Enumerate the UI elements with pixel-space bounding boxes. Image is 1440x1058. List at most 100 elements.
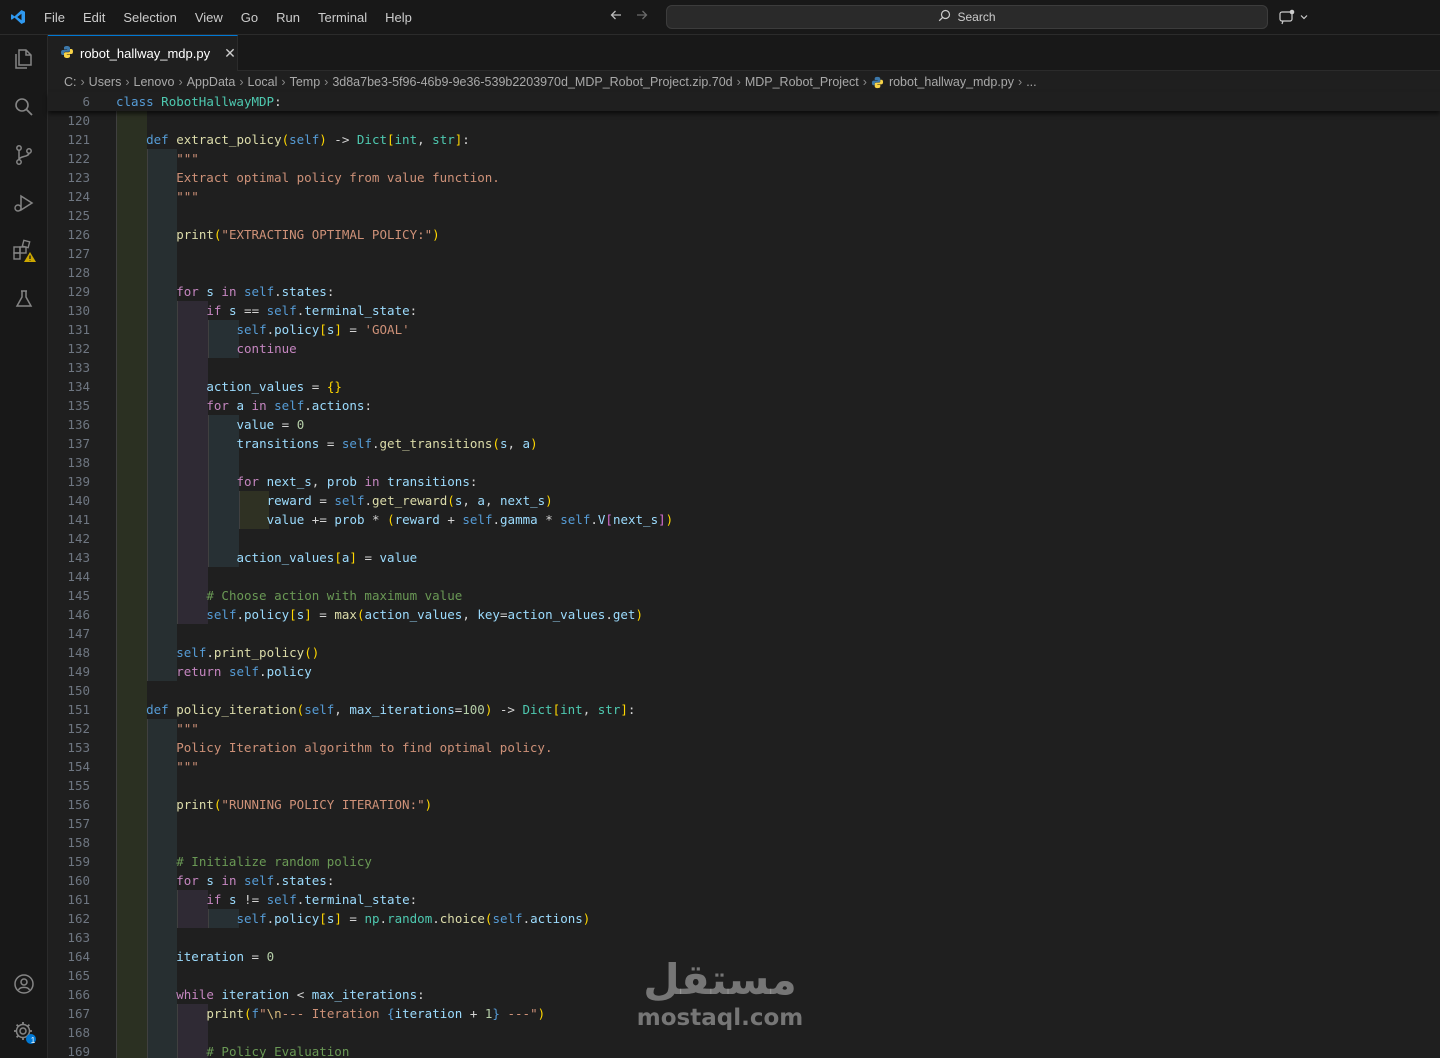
- settings-icon[interactable]: 1: [0, 1008, 48, 1056]
- close-icon[interactable]: ✕: [224, 45, 236, 62]
- code-line[interactable]: 136 value = 0: [48, 415, 1440, 434]
- code-line[interactable]: 152 """: [48, 719, 1440, 738]
- breadcrumb-item[interactable]: Temp: [290, 75, 321, 89]
- indent-guide: [116, 681, 147, 700]
- indent-guide-line: [116, 776, 117, 795]
- code-line[interactable]: 139 for next_s, prob in transitions:: [48, 472, 1440, 491]
- indent-guide-line: [146, 624, 148, 643]
- extensions-icon[interactable]: [0, 227, 48, 275]
- menu-view[interactable]: View: [186, 0, 232, 35]
- indent-guide: [116, 776, 147, 795]
- code-line[interactable]: 155: [48, 776, 1440, 795]
- indent-guide: [116, 567, 147, 586]
- code-line[interactable]: 121 def extract_policy(self) -> Dict[int…: [48, 130, 1440, 149]
- breadcrumb-item[interactable]: MDP_Robot_Project: [745, 75, 859, 89]
- menu-go[interactable]: Go: [232, 0, 267, 35]
- code-line[interactable]: 127: [48, 244, 1440, 263]
- code-line[interactable]: 142: [48, 529, 1440, 548]
- indent-guide: [116, 814, 147, 833]
- code-line[interactable]: 131 self.policy[s] = 'GOAL': [48, 320, 1440, 339]
- code-line[interactable]: 145 # Choose action with maximum value: [48, 586, 1440, 605]
- code-line[interactable]: 125: [48, 206, 1440, 225]
- code-line[interactable]: 146 self.policy[s] = max(action_values, …: [48, 605, 1440, 624]
- code-line[interactable]: 137 transitions = self.get_transitions(s…: [48, 434, 1440, 453]
- code-line[interactable]: 150: [48, 681, 1440, 700]
- sticky-scroll-header[interactable]: 6 class RobotHallwayMDP:: [48, 92, 1440, 111]
- activity-bar: 1: [0, 35, 48, 1058]
- code-line[interactable]: 123 Extract optimal policy from value fu…: [48, 168, 1440, 187]
- code-line[interactable]: 159 # Initialize random policy: [48, 852, 1440, 871]
- explorer-icon[interactable]: [0, 35, 48, 83]
- indent-guide: [146, 263, 178, 282]
- code-line[interactable]: 153 Policy Iteration algorithm to find o…: [48, 738, 1440, 757]
- code-line[interactable]: 156 print("RUNNING POLICY ITERATION:"): [48, 795, 1440, 814]
- menu-file[interactable]: File: [35, 0, 74, 35]
- breadcrumb-item[interactable]: Local: [248, 75, 278, 89]
- code-line[interactable]: 151 def policy_iteration(self, max_itera…: [48, 700, 1440, 719]
- code-line[interactable]: 138: [48, 453, 1440, 472]
- menu-selection[interactable]: Selection: [114, 0, 185, 35]
- code-line[interactable]: 148 self.print_policy(): [48, 643, 1440, 662]
- code-line[interactable]: 157: [48, 814, 1440, 833]
- copilot-icon[interactable]: [1278, 7, 1314, 27]
- breadcrumb-item[interactable]: Users: [89, 75, 122, 89]
- code-line[interactable]: 140 reward = self.get_reward(s, a, next_…: [48, 491, 1440, 510]
- menu-terminal[interactable]: Terminal: [309, 0, 376, 35]
- code-line[interactable]: 129 for s in self.states:: [48, 282, 1440, 301]
- code-line[interactable]: 132 continue: [48, 339, 1440, 358]
- code-line[interactable]: 149 return self.policy: [48, 662, 1440, 681]
- back-arrow-icon[interactable]: [608, 8, 624, 27]
- breadcrumb-item[interactable]: 3d8a7be3-5f96-46b9-9e36-539b2203970d_MDP…: [332, 75, 732, 89]
- sticky-code: class RobotHallwayMDP:: [116, 94, 282, 109]
- code-line[interactable]: 134 action_values = {}: [48, 377, 1440, 396]
- menu-run[interactable]: Run: [267, 0, 309, 35]
- code-line[interactable]: 135 for a in self.actions:: [48, 396, 1440, 415]
- breadcrumb-symbol[interactable]: ...: [1026, 75, 1036, 89]
- chevron-right-icon: ›: [324, 75, 329, 89]
- command-center-search[interactable]: Search: [666, 5, 1268, 29]
- forward-arrow-icon[interactable]: [634, 8, 650, 27]
- breadcrumb-file[interactable]: robot_hallway_mdp.py: [871, 75, 1014, 89]
- code-text: action_values = {}: [206, 379, 342, 394]
- search-view-icon[interactable]: [0, 83, 48, 131]
- search-icon: [938, 9, 951, 25]
- code-text: """: [116, 759, 199, 774]
- code-text: def policy_iteration(self, max_iteration…: [146, 702, 636, 717]
- code-line[interactable]: 128: [48, 263, 1440, 282]
- code-line[interactable]: 161 if s != self.terminal_state:: [48, 890, 1440, 909]
- code-line[interactable]: 133: [48, 358, 1440, 377]
- breadcrumb-item[interactable]: AppData: [187, 75, 236, 89]
- code-line[interactable]: 122 """: [48, 149, 1440, 168]
- code-editor[interactable]: 120 121 def extract_policy(self) -> Dict[…: [48, 111, 1440, 1058]
- code-line[interactable]: 144: [48, 567, 1440, 586]
- chevron-right-icon: ›: [80, 75, 85, 89]
- code-line[interactable]: 141 value += prob * (reward + self.gamma…: [48, 510, 1440, 529]
- code-line[interactable]: 163: [48, 928, 1440, 947]
- code-line[interactable]: 162 self.policy[s] = np.random.choice(se…: [48, 909, 1440, 928]
- account-icon[interactable]: [0, 960, 48, 1008]
- tab-robot-hallway-mdp[interactable]: robot_hallway_mdp.py ✕: [48, 35, 238, 71]
- search-placeholder: Search: [957, 10, 996, 24]
- run-debug-icon[interactable]: [0, 179, 48, 227]
- indent-guide: [177, 529, 209, 548]
- menu-help[interactable]: Help: [376, 0, 421, 35]
- testing-icon[interactable]: [0, 275, 48, 323]
- line-number: 156: [67, 797, 90, 812]
- code-line[interactable]: 124 """: [48, 187, 1440, 206]
- code-line[interactable]: 160 for s in self.states:: [48, 871, 1440, 890]
- line-number: 134: [67, 379, 90, 394]
- code-line[interactable]: 158: [48, 833, 1440, 852]
- code-line[interactable]: 120: [48, 111, 1440, 130]
- code-line[interactable]: 154 """: [48, 757, 1440, 776]
- line-number: 120: [67, 113, 90, 128]
- menu-edit[interactable]: Edit: [74, 0, 114, 35]
- code-line[interactable]: 169 # Policy Evaluation: [48, 1042, 1440, 1058]
- breadcrumb-item[interactable]: Lenovo: [134, 75, 175, 89]
- code-line[interactable]: 126 print("EXTRACTING OPTIMAL POLICY:"): [48, 225, 1440, 244]
- source-control-icon[interactable]: [0, 131, 48, 179]
- code-line[interactable]: 130 if s == self.terminal_state:: [48, 301, 1440, 320]
- code-line[interactable]: 147: [48, 624, 1440, 643]
- breadcrumb-item[interactable]: C:: [64, 75, 77, 89]
- code-line[interactable]: 143 action_values[a] = value: [48, 548, 1440, 567]
- indent-guide: [177, 358, 209, 377]
